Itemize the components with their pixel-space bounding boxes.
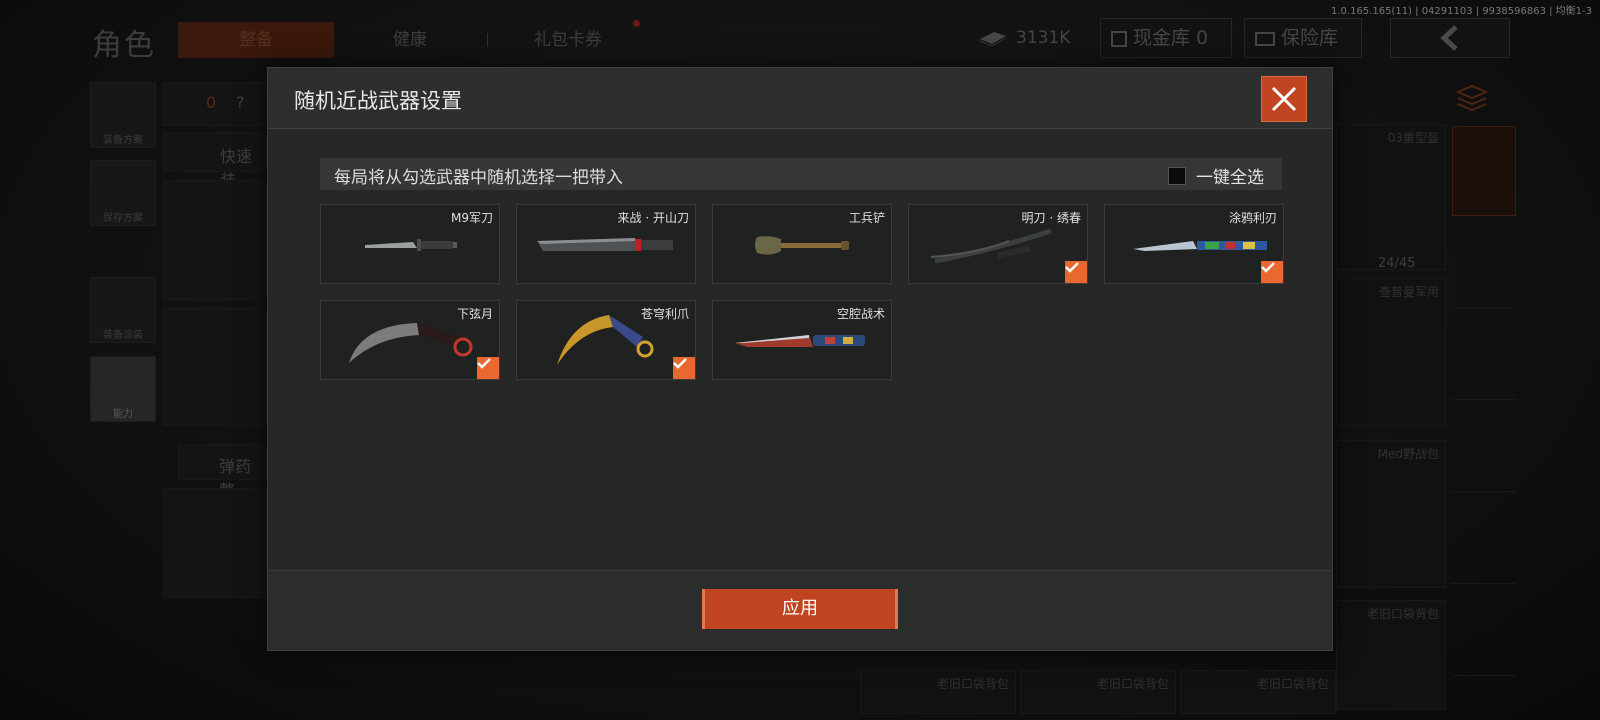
select-all-label: 一键全选 (1196, 168, 1264, 188)
weapon-card-hollow[interactable]: 空腔战术 (712, 300, 892, 380)
dialog-footer: 应用 (268, 570, 1332, 650)
weapon-checkbox[interactable] (1065, 261, 1087, 283)
weapon-card-graffiti[interactable]: 涂鸦利刃 (1104, 204, 1284, 284)
weapon-name: 苍穹利爪 (640, 307, 689, 321)
dialog-title: 随机近战武器设置 (294, 89, 462, 113)
weapon-name: 来战 · 开山刀 (617, 211, 689, 225)
melee-random-dialog: 随机近战武器设置 每局将从勾选武器中随机选择一把带入 一键全选 M9军刀 来战 … (267, 67, 1333, 651)
weapon-name: 下弦月 (456, 307, 493, 321)
select-all-toggle[interactable]: 一键全选 (1168, 163, 1264, 188)
checkmark-icon (477, 358, 491, 369)
weapon-card-shovel[interactable]: 工兵铲 (712, 204, 892, 284)
weapon-name: M9军刀 (451, 211, 493, 225)
weapon-checkbox[interactable] (1261, 261, 1283, 283)
close-icon (1271, 86, 1297, 112)
weapon-checkbox[interactable] (673, 357, 695, 379)
weapon-name: 空腔战术 (836, 307, 885, 321)
weapon-card-crescent[interactable]: 下弦月 (320, 300, 500, 380)
weapon-name: 工兵铲 (848, 211, 885, 225)
checkmark-icon (1065, 262, 1079, 273)
checkmark-icon (1261, 262, 1275, 273)
weapon-name: 涂鸦利刃 (1228, 211, 1277, 225)
weapon-card-machete[interactable]: 来战 · 开山刀 (516, 204, 696, 284)
select-all-checkbox[interactable] (1168, 166, 1186, 185)
instruction-bar: 每局将从勾选武器中随机选择一把带入 一键全选 (320, 158, 1282, 190)
apply-button[interactable]: 应用 (702, 589, 898, 629)
weapon-name: 明刀 · 绣春 (1021, 211, 1081, 225)
weapon-checkbox[interactable] (477, 357, 499, 379)
weapon-card-skyclaw[interactable]: 苍穹利爪 (516, 300, 696, 380)
dialog-header: 随机近战武器设置 (268, 68, 1332, 129)
instruction-text: 每局将从勾选武器中随机选择一把带入 (334, 168, 623, 188)
close-button[interactable] (1261, 76, 1307, 122)
weapon-card-xiuchun[interactable]: 明刀 · 绣春 (908, 204, 1088, 284)
weapon-card-m9[interactable]: M9军刀 (320, 204, 500, 284)
checkmark-icon (673, 358, 687, 369)
